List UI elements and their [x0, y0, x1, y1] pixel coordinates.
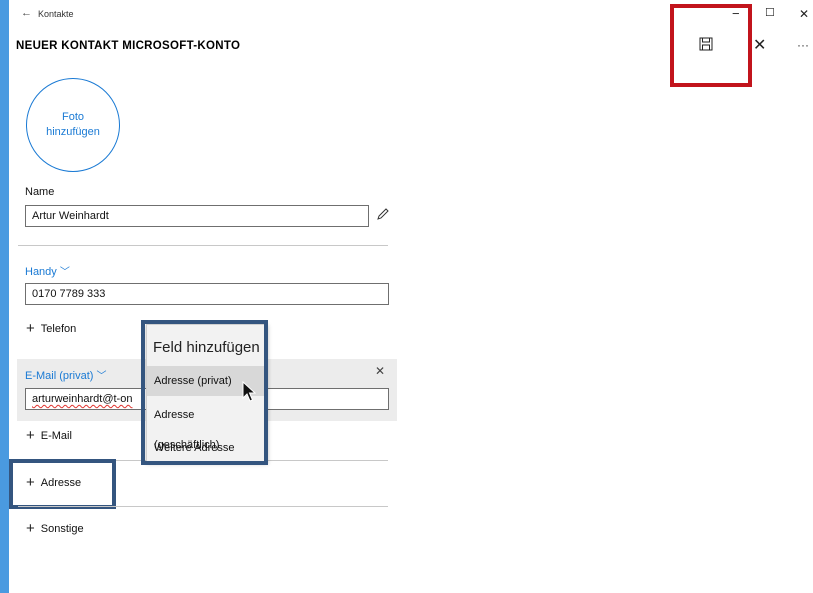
phone-field[interactable]: 0170 7789 333: [25, 283, 389, 305]
email-type-label: E-Mail (privat): [25, 370, 94, 382]
phone-type-label: Handy: [25, 266, 57, 278]
remove-email-icon[interactable]: ✕: [375, 364, 385, 378]
add-email-label: E-Mail: [40, 430, 72, 442]
add-photo-button[interactable]: Foto hinzufügen: [26, 78, 120, 172]
more-options-icon[interactable]: ···: [797, 38, 809, 52]
plus-icon: +: [26, 320, 35, 337]
phone-type-dropdown[interactable]: Handy ﹀: [25, 263, 70, 278]
add-phone-button[interactable]: + Telefon: [26, 320, 77, 337]
plus-icon: +: [26, 427, 35, 444]
email-value: arturweinhardt@t-on: [32, 393, 133, 405]
pencil-icon: [377, 208, 389, 220]
close-window-icon[interactable]: ✕: [799, 7, 809, 21]
chevron-down-icon: ﹀: [59, 267, 70, 278]
app-title: Kontakte: [38, 9, 74, 19]
edit-name-button[interactable]: [376, 207, 390, 221]
back-arrow-icon[interactable]: ←: [21, 7, 32, 19]
cancel-button[interactable]: ✕: [753, 35, 766, 55]
address-highlight-box: [9, 459, 116, 509]
page-title: NEUER KONTAKT MICROSOFT-KONTO: [16, 40, 241, 52]
contacts-window: ← Kontakte − ☐ ✕ NEUER KONTAKT MICROSOFT…: [9, 0, 813, 593]
name-field[interactable]: Artur Weinhardt: [25, 205, 369, 227]
add-phone-label: Telefon: [40, 323, 77, 335]
name-label: Name: [25, 186, 55, 198]
save-highlight-box: [670, 4, 752, 87]
plus-icon: +: [26, 520, 35, 537]
add-other-label: Sonstige: [40, 523, 84, 535]
email-type-dropdown[interactable]: E-Mail (privat) ﹀: [25, 367, 107, 382]
add-photo-label: Foto hinzufügen: [46, 111, 100, 138]
maximize-icon[interactable]: ☐: [765, 6, 775, 20]
divider: [18, 245, 388, 246]
divider: [18, 506, 388, 507]
add-email-button[interactable]: + E-Mail: [26, 427, 72, 444]
chevron-down-icon: ﹀: [96, 371, 107, 382]
mouse-cursor-icon: [242, 381, 256, 402]
add-other-button[interactable]: + Sonstige: [26, 520, 84, 537]
